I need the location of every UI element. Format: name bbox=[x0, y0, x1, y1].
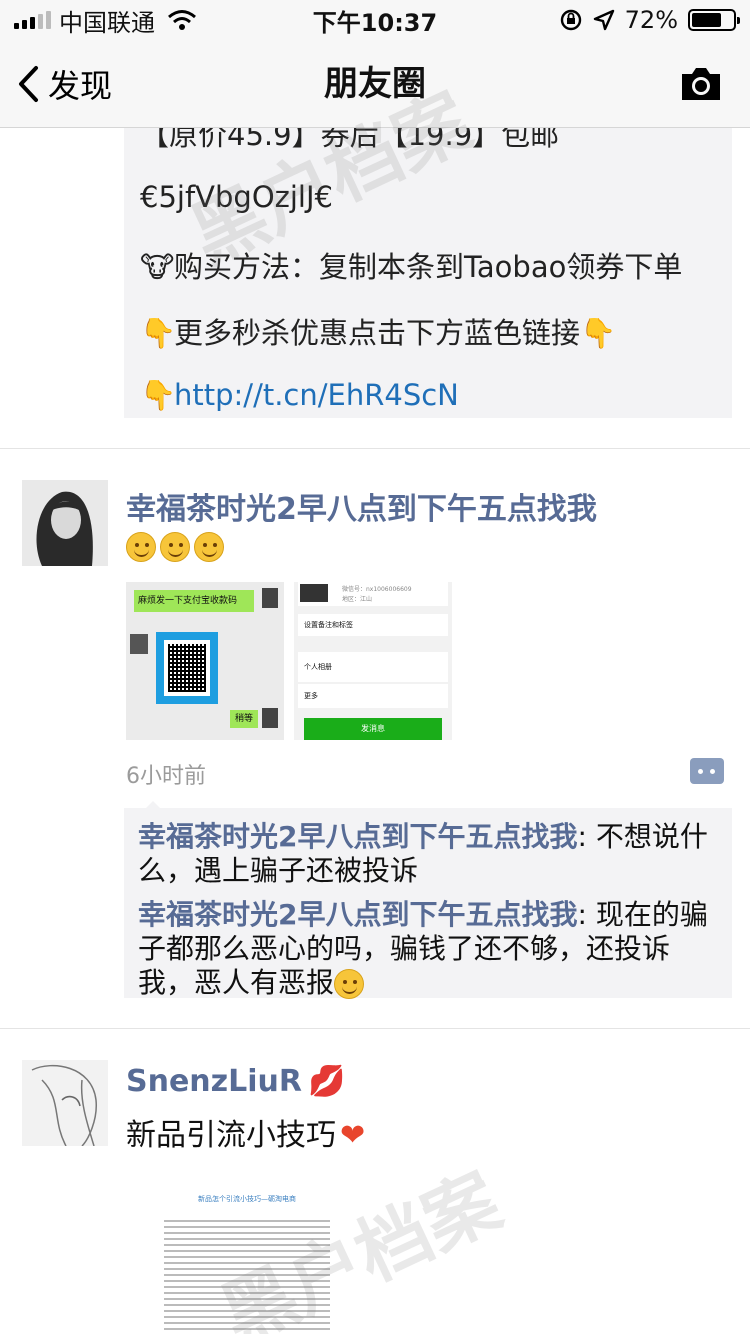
document-body bbox=[164, 1220, 330, 1330]
qr-code-icon bbox=[168, 644, 206, 692]
status-right: 72% bbox=[559, 0, 740, 40]
battery-icon bbox=[688, 9, 740, 31]
smile-icon bbox=[126, 531, 156, 562]
status-bar: 中国联通 下午10:37 72% bbox=[0, 0, 750, 40]
comment-menu-button[interactable] bbox=[690, 758, 724, 784]
region: 地区：江山 bbox=[342, 596, 373, 603]
chat-avatar bbox=[130, 634, 148, 654]
comment-author[interactable]: 幸福茶时光2早八点到下午五点找我 bbox=[138, 898, 577, 931]
deal-link[interactable]: http://t.cn/EhR4ScN bbox=[174, 378, 459, 412]
comments-box: 幸福茶时光2早八点到下午五点找我: 不想说什么，遇上骗子还被投诉 幸福茶时光2早… bbox=[124, 801, 732, 1000]
kiss-mark-icon: 💋 bbox=[308, 1064, 346, 1099]
cow-face-icon: 🐮 bbox=[140, 250, 175, 284]
post-emoji bbox=[126, 528, 228, 563]
qr-code-card bbox=[156, 632, 218, 704]
send-message-button: 发消息 bbox=[304, 718, 442, 740]
avatar[interactable] bbox=[22, 1060, 108, 1146]
navigation-bar: 发现 朋友圈 bbox=[0, 40, 750, 128]
comment[interactable]: 幸福茶时光2早八点到下午五点找我: 现在的骗子都那么恶心的吗，骗钱了还不够，还投… bbox=[138, 898, 718, 1000]
coupon-code: €5jfVbgOzjlJ€ bbox=[140, 180, 333, 214]
smile-icon bbox=[194, 531, 224, 562]
page-title: 朋友圈 bbox=[324, 64, 426, 104]
post-image-chat[interactable]: 麻烦发一下支付宝收款码 稍等 bbox=[126, 582, 284, 740]
post-image-profile[interactable]: 微信号：nx1006006609 地区：江山 设置备注和标签 个人相册 更多 发… bbox=[294, 582, 452, 740]
link-line: 👇http://t.cn/EhR4ScN bbox=[140, 378, 459, 413]
location-arrow-icon bbox=[593, 9, 614, 31]
post-timestamp: 6小时前 bbox=[126, 764, 206, 789]
post-author[interactable]: 幸福茶时光2早八点到下午五点找我 bbox=[126, 484, 597, 528]
more-deals-text: 更多秒杀优惠点击下方蓝色链接 bbox=[174, 316, 581, 350]
avatar[interactable] bbox=[22, 480, 108, 566]
comment-author[interactable]: 幸福茶时光2早八点到下午五点找我 bbox=[138, 820, 577, 853]
chat-avatar bbox=[262, 588, 278, 608]
chat-reply: 稍等 bbox=[230, 710, 258, 728]
shared-post-content: 【原价45.9】券后【19.9】包邮 €5jfVbgOzjlJ€ 🐮购买方法：复… bbox=[124, 118, 732, 418]
buy-method-line: 🐮购买方法：复制本条到Taobao领券下单 bbox=[140, 244, 682, 286]
chevron-left-icon bbox=[19, 66, 38, 102]
point-down-icon: 👇 bbox=[140, 378, 177, 412]
wechat-id: 微信号：nx1006006609 bbox=[342, 586, 412, 593]
profile-row: 个人相册 bbox=[298, 652, 448, 682]
rotation-lock-icon bbox=[560, 9, 581, 31]
smile-icon bbox=[160, 531, 190, 562]
signal-strength-icon bbox=[14, 11, 51, 29]
comment[interactable]: 幸福茶时光2早八点到下午五点找我: 不想说什么，遇上骗子还被投诉 bbox=[138, 820, 718, 888]
post-image-document[interactable]: 新品怎个引流小技巧—砺淘电商 bbox=[158, 1176, 336, 1334]
post-divider bbox=[0, 448, 750, 449]
point-down-icon: 👇 bbox=[580, 316, 617, 350]
more-deals-line: 👇更多秒杀优惠点击下方蓝色链接👇 bbox=[140, 310, 617, 352]
profile-header: 微信号：nx1006006609 地区：江山 bbox=[298, 582, 448, 606]
camera-icon[interactable] bbox=[678, 64, 724, 104]
post-divider bbox=[0, 1028, 750, 1029]
battery-percent: 72% bbox=[624, 6, 678, 34]
wifi-icon bbox=[168, 10, 196, 30]
unamused-face-icon bbox=[334, 969, 365, 999]
profile-row: 更多 bbox=[298, 684, 448, 708]
heart-icon: ❤ bbox=[340, 1118, 366, 1153]
back-button[interactable]: 发现 bbox=[16, 40, 112, 128]
chat-avatar bbox=[262, 708, 278, 728]
buy-method-text: 购买方法：复制本条到Taobao领券下单 bbox=[174, 250, 683, 284]
profile-row: 设置备注和标签 bbox=[298, 614, 448, 636]
post-text: 新品引流小技巧 ❤ bbox=[126, 1110, 365, 1154]
document-title: 新品怎个引流小技巧—砺淘电商 bbox=[198, 1195, 296, 1203]
moments-screen: 中国联通 下午10:37 72% 发现 朋友圈 【原价45.9】券后【19.9】… bbox=[0, 0, 750, 1334]
post-author-name[interactable]: SnenzLiuR bbox=[126, 1064, 302, 1099]
carrier-name: 中国联通 bbox=[59, 8, 155, 37]
back-label: 发现 bbox=[48, 67, 113, 105]
chat-bubble: 麻烦发一下支付宝收款码 bbox=[134, 590, 254, 612]
point-down-icon: 👇 bbox=[140, 316, 177, 350]
post-author[interactable]: SnenzLiuR 💋 bbox=[126, 1064, 345, 1099]
battery-level bbox=[692, 13, 721, 27]
post-text-content: 新品引流小技巧 bbox=[126, 1118, 336, 1153]
profile-avatar bbox=[300, 584, 328, 602]
